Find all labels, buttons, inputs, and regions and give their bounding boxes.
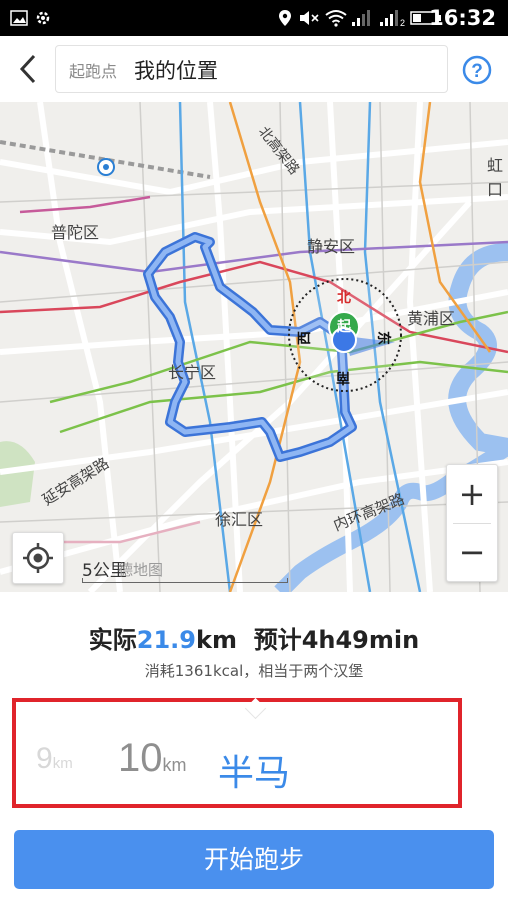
compass-south-label: 南 [336,369,350,385]
mute-icon [300,11,319,25]
image-icon [10,10,28,26]
svg-text:?: ? [471,61,483,82]
distance-option-half-marathon[interactable]: 半马 [218,744,290,796]
start-running-button[interactable]: 开始跑步 [14,830,494,889]
calories-text: 消耗1361kcal，相当于两个汉堡 [144,662,364,680]
help-icon[interactable]: ? [462,55,492,85]
district-label-jingan: 静安区 [307,237,356,256]
settings-icon [36,11,50,25]
metro-station-icon [97,158,115,176]
back-arrow-icon[interactable] [14,52,44,86]
district-label-changning: 长宁区 [168,363,217,382]
distance-option-unit: km [162,755,187,775]
district-label-putuo: 普陀区 [51,223,100,242]
top-bar: 起跑点 我的位置 ? [0,36,508,103]
wifi-icon [325,10,347,27]
locate-button[interactable] [12,532,64,584]
selector-notch [244,697,267,720]
svg-text:2: 2 [400,18,405,27]
estimate-label: 预计 [253,626,302,654]
crosshair-icon [23,543,53,573]
distance-option-value: 半马 [218,753,291,794]
map-view[interactable]: 普陀区 静安区 黄浦区 长宁区 徐汇区 虹口 北高架路 延安高架路 内环高架路 … [0,102,508,592]
start-point-value[interactable]: 我的位置 [134,55,218,85]
actual-unit: km [196,626,237,654]
distance-option-value: 10 [118,736,163,780]
compass-north-label: 北 [337,290,351,306]
distance-option-unit: km [52,755,73,772]
zoom-out-button[interactable]: − [447,523,497,581]
actual-label: 实际 [88,626,137,654]
start-point-label: 起跑点 [69,62,118,81]
district-label-hongkou: 虹口 [487,156,504,199]
zoom-in-button[interactable]: + [447,465,497,523]
estimate-time: 4h49min [301,626,420,654]
status-bar: 2 16:32 [0,0,508,36]
scale-bar [82,578,288,583]
start-point-field[interactable]: 起跑点 我的位置 [55,45,448,93]
location-icon [279,10,291,26]
district-label-huangpu: 黄浦区 [407,309,456,328]
map-watermark: 德地图 [118,561,164,579]
zoom-controls: + − [446,464,498,582]
distance-option-value: 9 [36,742,53,775]
signal-2-icon: 2 [380,10,405,27]
compass-west-label: 西 [297,331,313,345]
signal-1-icon [352,10,370,26]
actual-distance: 21.9 [136,626,196,654]
compass-east-label: 东 [375,331,391,345]
start-marker-label: 起 [337,319,351,335]
distance-option-10[interactable]: 10km [118,736,187,781]
status-time: 16:32 [429,6,496,30]
district-label-xuhui: 徐汇区 [215,510,264,529]
route-summary: 实际21.9km 预计4h49min [0,620,508,655]
distance-option-9[interactable]: 9km [36,742,73,776]
